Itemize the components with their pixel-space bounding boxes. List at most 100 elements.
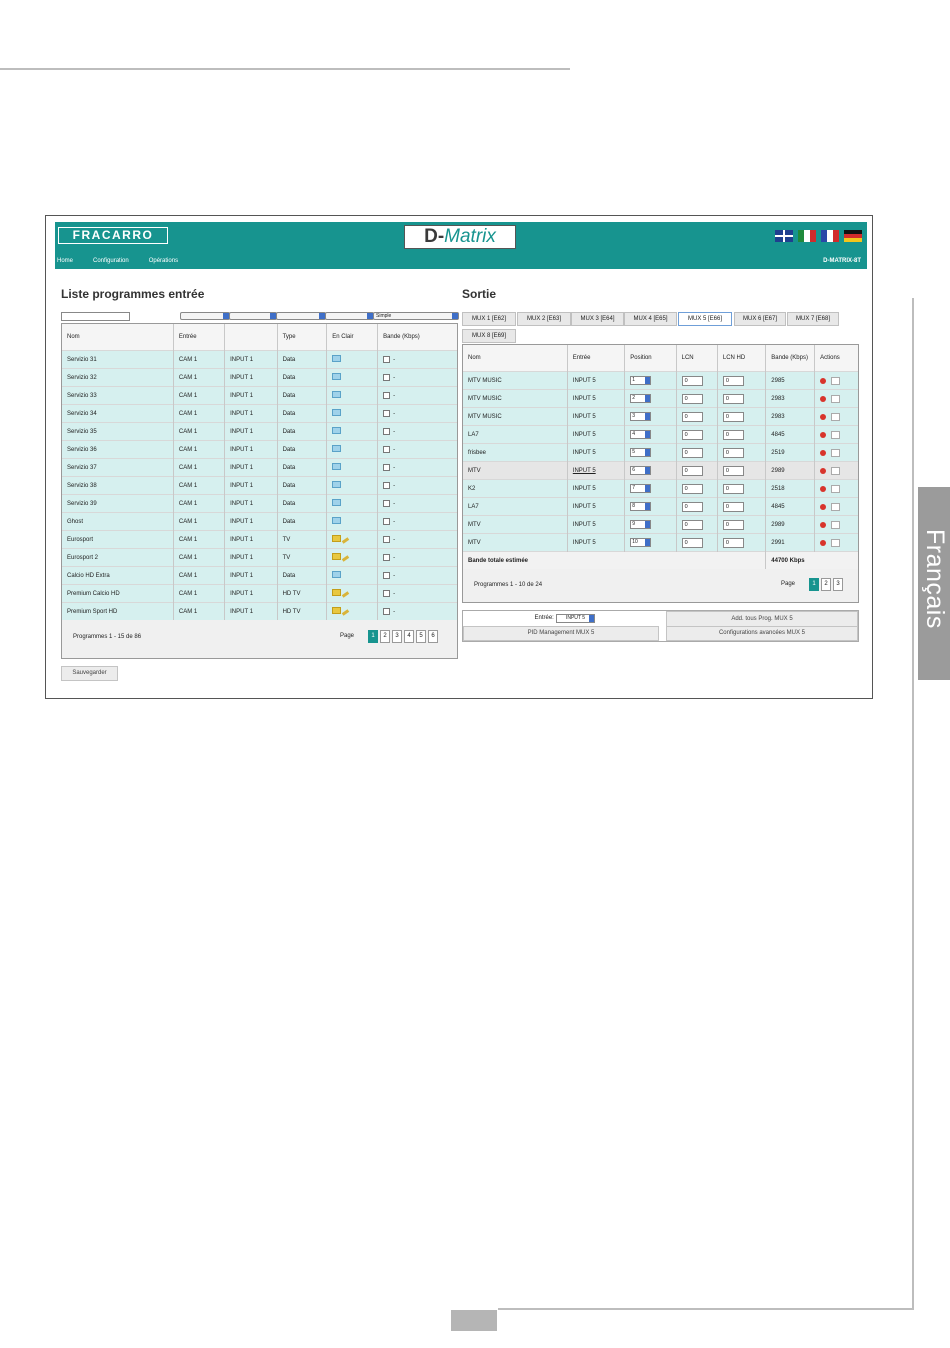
checkbox[interactable]: [383, 589, 391, 597]
page-button[interactable]: 2: [821, 578, 832, 591]
edit-icon[interactable]: [831, 394, 841, 403]
position-select[interactable]: 8: [630, 502, 652, 511]
checkbox[interactable]: [383, 553, 391, 561]
delete-icon[interactable]: [820, 413, 827, 420]
tab-mux-3[interactable]: MUX 3 [E64]: [571, 312, 624, 326]
lcn-hd-input[interactable]: 0: [722, 411, 744, 422]
lcn-input[interactable]: 0: [681, 429, 703, 440]
lcn-hd-input[interactable]: 0: [722, 537, 744, 548]
position-select[interactable]: 2: [630, 394, 652, 403]
lcn-input[interactable]: 0: [681, 501, 703, 512]
checkbox[interactable]: [383, 391, 391, 399]
nav-configuration[interactable]: Configuration: [93, 258, 129, 264]
lcn-hd-input[interactable]: 0: [722, 519, 744, 530]
entree-select[interactable]: INPUT 5: [555, 614, 595, 623]
checkbox[interactable]: [383, 445, 391, 453]
lcn-input[interactable]: 0: [681, 465, 703, 476]
lcn-input[interactable]: 0: [681, 375, 703, 386]
filter-select-3[interactable]: [276, 312, 326, 320]
delete-icon[interactable]: [820, 431, 827, 438]
nav-home[interactable]: Home: [57, 258, 73, 264]
edit-icon[interactable]: [831, 412, 841, 421]
edit-icon[interactable]: [831, 502, 841, 511]
lcn-hd-input[interactable]: 0: [722, 447, 744, 458]
checkbox[interactable]: [383, 499, 391, 507]
lcn-input[interactable]: 0: [681, 519, 703, 530]
checkbox[interactable]: [383, 535, 391, 543]
lcn-input[interactable]: 0: [681, 537, 703, 548]
edit-icon[interactable]: [831, 520, 841, 529]
checkbox[interactable]: [383, 409, 391, 417]
it-flag-icon[interactable]: [798, 230, 816, 242]
delete-icon[interactable]: [820, 467, 827, 474]
delete-icon[interactable]: [820, 503, 827, 510]
position-select[interactable]: 10: [630, 538, 652, 547]
lcn-hd-input[interactable]: 0: [722, 501, 744, 512]
page-button[interactable]: 1: [368, 630, 379, 643]
add-all-programs-button[interactable]: Add. tous Prog. MUX 5: [666, 611, 858, 627]
tab-mux-6[interactable]: MUX 6 [E67]: [734, 312, 786, 326]
page-button[interactable]: 3: [392, 630, 403, 643]
position-select[interactable]: 9: [630, 520, 652, 529]
checkbox[interactable]: [383, 607, 391, 615]
uk-flag-icon[interactable]: [775, 230, 793, 242]
de-flag-icon[interactable]: [844, 230, 862, 242]
fr-flag-icon[interactable]: [821, 230, 839, 242]
filter-select-4[interactable]: [325, 312, 374, 320]
delete-icon[interactable]: [820, 377, 827, 384]
delete-icon[interactable]: [820, 485, 827, 492]
lcn-input[interactable]: 0: [681, 393, 703, 404]
save-button[interactable]: Sauvegarder: [61, 666, 118, 681]
advanced-config-button[interactable]: Configurations avancées MUX 5: [666, 626, 858, 641]
position-select[interactable]: 3: [630, 412, 652, 421]
edit-icon[interactable]: [831, 448, 841, 457]
edit-icon[interactable]: [831, 484, 841, 493]
nav-operations[interactable]: Opérations: [149, 258, 178, 264]
checkbox[interactable]: [383, 481, 391, 489]
delete-icon[interactable]: [820, 539, 827, 546]
page-button[interactable]: 4: [404, 630, 415, 643]
page-button[interactable]: 5: [416, 630, 427, 643]
tab-mux-5[interactable]: MUX 5 [E66]: [678, 312, 732, 326]
lcn-input[interactable]: 0: [681, 447, 703, 458]
lcn-input[interactable]: 0: [681, 483, 703, 494]
position-select[interactable]: 6: [630, 466, 652, 475]
page-button[interactable]: 6: [428, 630, 439, 643]
edit-icon[interactable]: [831, 538, 841, 547]
lcn-hd-input[interactable]: 0: [722, 393, 744, 404]
tab-mux-1[interactable]: MUX 1 [E62]: [462, 312, 516, 326]
lcn-input[interactable]: 0: [681, 411, 703, 422]
edit-icon[interactable]: [831, 376, 841, 385]
lcn-hd-input[interactable]: 0: [722, 465, 744, 476]
lcn-hd-input[interactable]: 0: [722, 429, 744, 440]
checkbox[interactable]: [383, 427, 391, 435]
tab-mux-7[interactable]: MUX 7 [E68]: [787, 312, 839, 326]
pid-management-button[interactable]: PID Management MUX 5: [463, 626, 659, 641]
filter-select-mode[interactable]: Simple: [373, 312, 459, 320]
checkbox[interactable]: [383, 355, 391, 363]
checkbox[interactable]: [383, 463, 391, 471]
position-select[interactable]: 7: [630, 484, 652, 493]
filter-select-1[interactable]: [180, 312, 230, 320]
position-select[interactable]: 1: [630, 376, 652, 385]
delete-icon[interactable]: [820, 395, 827, 402]
position-select[interactable]: 4: [630, 430, 652, 439]
lcn-hd-input[interactable]: 0: [722, 483, 744, 494]
delete-icon[interactable]: [820, 521, 827, 528]
search-input[interactable]: [61, 312, 130, 321]
tab-mux-8[interactable]: MUX 8 [E69]: [462, 329, 516, 343]
edit-icon[interactable]: [831, 430, 841, 439]
page-button[interactable]: 1: [809, 578, 820, 591]
delete-icon[interactable]: [820, 449, 827, 456]
edit-icon[interactable]: [831, 466, 841, 475]
tab-mux-4[interactable]: MUX 4 [E65]: [624, 312, 677, 326]
checkbox[interactable]: [383, 517, 391, 525]
page-button[interactable]: 2: [380, 630, 391, 643]
tab-mux-2[interactable]: MUX 2 [E63]: [517, 312, 571, 326]
page-button[interactable]: 3: [833, 578, 844, 591]
checkbox[interactable]: [383, 571, 391, 579]
lcn-hd-input[interactable]: 0: [722, 375, 744, 386]
checkbox[interactable]: [383, 373, 391, 381]
position-select[interactable]: 5: [630, 448, 652, 457]
filter-select-2[interactable]: [229, 312, 277, 320]
